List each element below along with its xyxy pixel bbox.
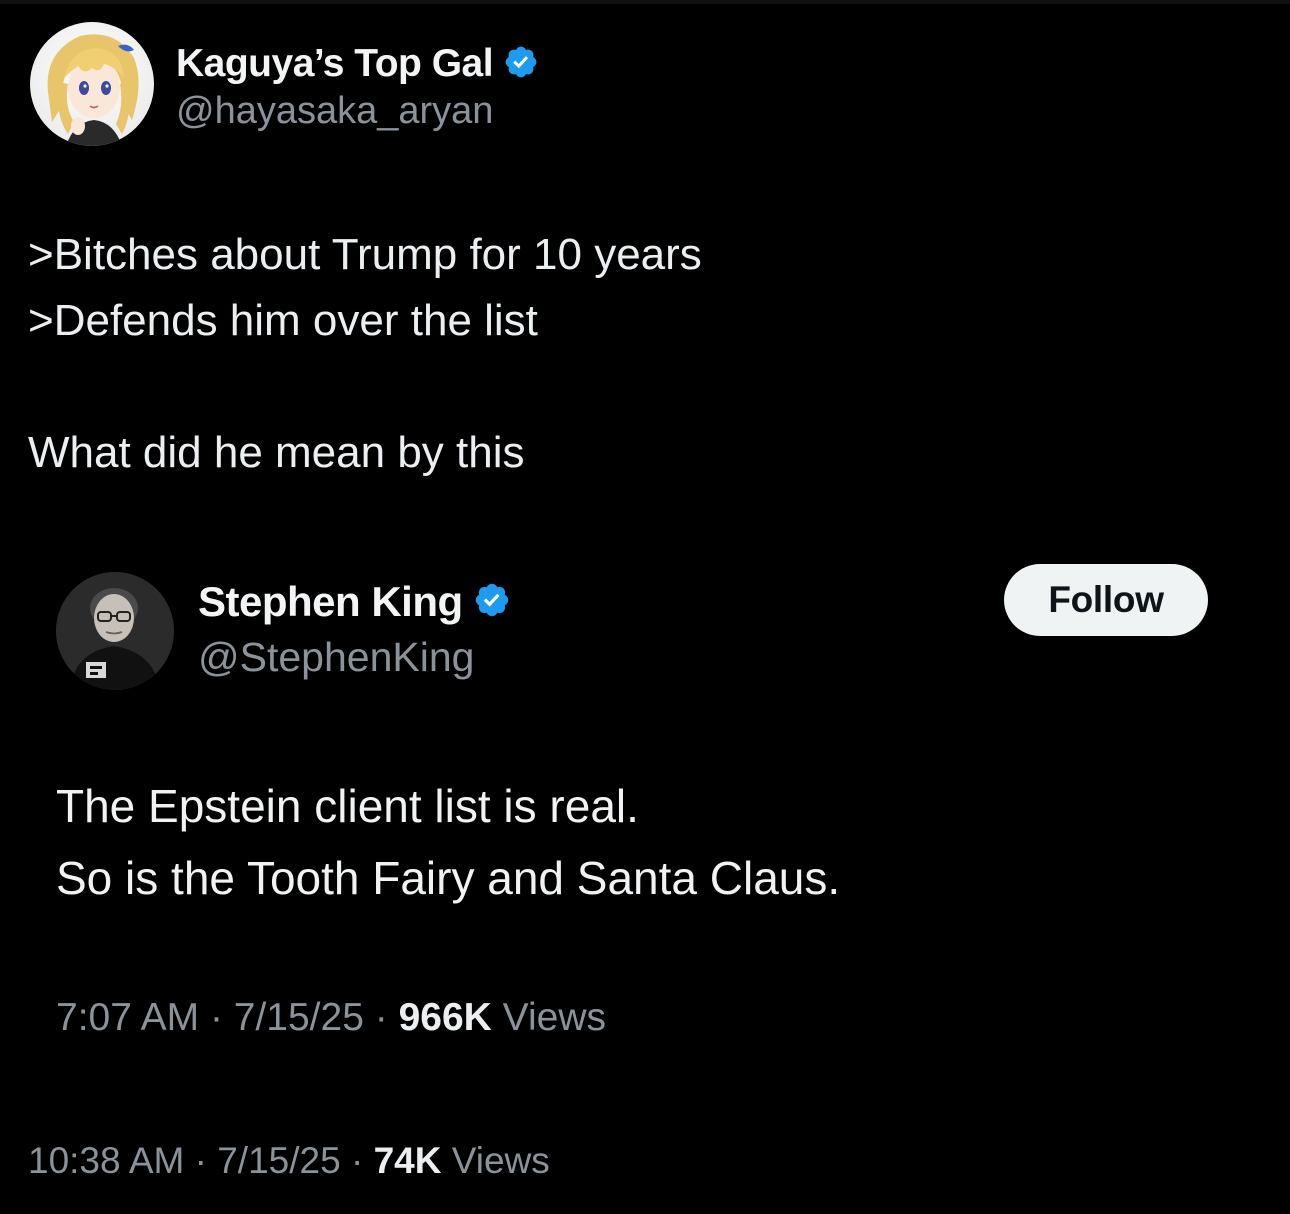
tweet-time[interactable]: 10:38 AM — [28, 1140, 184, 1181]
quoted-views-label: Views — [502, 996, 606, 1039]
verified-badge-icon — [473, 581, 511, 624]
quoted-author-name-row: Stephen King — [198, 576, 511, 628]
avatar[interactable] — [30, 22, 154, 146]
author-handle[interactable]: @hayasaka_aryan — [176, 90, 493, 133]
quoted-tweet-text-line: The Epstein client list is real. — [56, 780, 639, 832]
quoted-author-handle[interactable]: @StephenKing — [198, 634, 474, 681]
author-name[interactable]: Kaguya’s Top Gal — [176, 42, 494, 86]
quoted-tweet-text-line: So is the Tooth Fairy and Santa Claus. — [56, 852, 841, 904]
meta-separator: · — [194, 1140, 207, 1181]
tweet-text-line: >Defends him over the list — [28, 296, 538, 345]
quoted-author-name[interactable]: Stephen King — [198, 578, 463, 626]
tweet-text-line: >Bitches about Trump for 10 years — [28, 230, 702, 279]
meta-separator: · — [209, 996, 223, 1039]
quoted-tweet-date[interactable]: 7/15/25 — [234, 996, 364, 1039]
views-count[interactable]: 74K — [374, 1140, 442, 1181]
follow-button[interactable]: Follow — [1004, 564, 1208, 636]
tweet-meta: 10:38 AM · 7/15/25 · 74K Views — [28, 1140, 550, 1182]
quoted-tweet[interactable]: Stephen King @StephenKing Follow The Eps… — [40, 548, 1250, 1068]
quoted-views-count[interactable]: 966K — [399, 996, 492, 1039]
tweet-text-line: What did he mean by this — [28, 428, 525, 477]
tweet-text: >Bitches about Trump for 10 years >Defen… — [28, 222, 702, 486]
top-divider — [0, 0, 1290, 4]
tweet-date[interactable]: 7/15/25 — [217, 1140, 340, 1181]
quoted-avatar[interactable] — [56, 572, 174, 690]
verified-badge-icon — [503, 44, 539, 85]
meta-separator: · — [350, 1140, 364, 1181]
meta-separator: · — [374, 996, 388, 1039]
author-name-row: Kaguya’s Top Gal — [176, 40, 539, 88]
views-label: Views — [451, 1140, 550, 1181]
quoted-tweet-time[interactable]: 7:07 AM — [56, 996, 199, 1039]
quoted-tweet-text: The Epstein client list is real. So is t… — [56, 770, 840, 914]
quoted-tweet-meta: 7:07 AM · 7/15/25 · 966K Views — [56, 996, 606, 1040]
